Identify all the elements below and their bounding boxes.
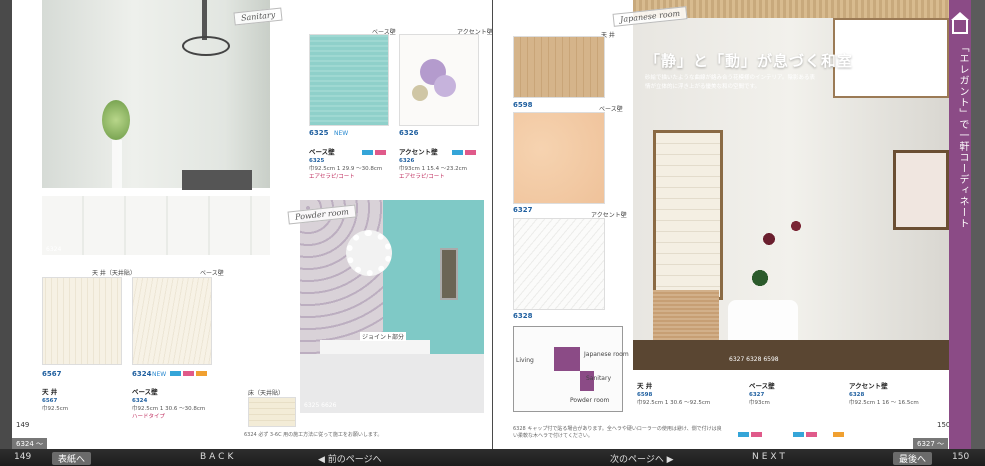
- right-page: 6327 6328 6598 Japanese room 「静」と「動」が息づく…: [493, 0, 949, 449]
- right-footnote: 6328 キャップ付で貼る場合があります。全ヘラや硬いローラーの使用は避け、側で…: [513, 426, 722, 439]
- bar-page-left: 149: [14, 452, 32, 462]
- code-6324: 6324: [132, 370, 152, 378]
- subhead: 砂絵で描いたような曲線が絡み合う花模様のインテリア。陰影ある表情が立体的に浮き上…: [645, 75, 815, 90]
- bar-page-right: 150: [952, 452, 970, 462]
- next-page-button[interactable]: 次のページへ ▶: [610, 452, 674, 465]
- sanitary-photo-code: 6324: [46, 246, 62, 253]
- sanitary-photo: 6324: [42, 0, 270, 255]
- left-page-number: 149: [16, 421, 30, 429]
- home-icon[interactable]: [951, 12, 969, 34]
- spec-6567: 天 井 6567 巾92.5cm: [42, 388, 69, 412]
- plan-label-japanese: Japanese room: [584, 351, 629, 358]
- badge-new-6324: NEW: [152, 371, 167, 378]
- swatch-6326: [399, 34, 479, 126]
- swatch-floor: [248, 397, 296, 427]
- prev-page-button[interactable]: ◀ 前のページへ: [318, 452, 382, 465]
- powder-photo-code: 6325 6626: [304, 402, 337, 409]
- code-6325: 6325: [309, 129, 329, 137]
- back-button[interactable]: BACK: [200, 452, 236, 462]
- section-side-tab[interactable]: 「エレガント」で一軒コーディネート: [949, 0, 971, 449]
- left-footnote: 6324 必ず 3-6C 用の施工方法に従って施工をお願いします。: [244, 432, 383, 438]
- jp-spec-6327: ベース壁 6327 巾93cm: [749, 382, 775, 406]
- badge-new-6325: NEW: [334, 130, 349, 137]
- swatch-6328: [513, 218, 605, 310]
- plan-label-living: Living: [516, 357, 534, 364]
- code-6567: 6567: [42, 370, 62, 378]
- left-page: 6324 Sanitary ベース壁 アクセント壁 6325 NEW 6326 …: [12, 0, 492, 449]
- code-6327: 6327: [513, 206, 533, 214]
- right-page-number: 150: [937, 421, 949, 429]
- side-tab-text: 「エレガント」で一軒コーディネート: [957, 42, 968, 229]
- last-button[interactable]: 最後へ: [893, 452, 933, 465]
- cover-button[interactable]: 表紙へ: [52, 452, 92, 465]
- code-6328: 6328: [513, 312, 533, 320]
- swatch-6598: [513, 36, 605, 98]
- base-label: ベース壁: [200, 270, 224, 277]
- swatch-6325: [309, 34, 389, 126]
- flipbook-viewer: 6324 Sanitary ベース壁 アクセント壁 6325 NEW 6326 …: [0, 0, 985, 466]
- ceiling-label: 天 井（天井貼）: [92, 270, 136, 277]
- powder-room-photo: ジョイント部分 6325 6626: [300, 200, 484, 413]
- headline: 「静」と「動」が息づく和室: [645, 52, 854, 70]
- floor-plan: Living Japanese room Sanitary Powder roo…: [513, 326, 629, 412]
- spec-6324: ベース壁 6324 巾92.5cm 1 30.6 ～30.8cm ハードタイプ: [132, 388, 206, 420]
- jp-photo-codes: 6327 6328 6598: [729, 356, 779, 363]
- plan-label-sanitary: Sanitary: [586, 375, 612, 382]
- jp-spec-6598: 天 井 6598 巾92.5cm 1 30.6 ～92.5cm: [637, 382, 711, 406]
- floor-label: 床（天井貼）: [248, 390, 285, 397]
- plan-label-powder: Powder room: [570, 397, 610, 404]
- swatch-6327: [513, 112, 605, 204]
- jp-spec-6328: アクセント壁 6328 巾92.5cm 1 16 ～ 16.5cm: [849, 382, 919, 406]
- code-6326: 6326: [399, 129, 419, 137]
- code-6598: 6598: [513, 101, 533, 109]
- bottom-nav-bar: 149 表紙へ BACK ◀ 前のページへ 次のページへ ▶ NEXT 最後へ …: [0, 449, 985, 466]
- right-footer-label: 6327 ～: [913, 438, 949, 449]
- left-footer-label: 6324 ～: [12, 438, 48, 449]
- next-button[interactable]: NEXT: [752, 452, 788, 462]
- right-gutter: [971, 0, 985, 449]
- powder-joint-caption: ジョイント部分: [360, 332, 407, 341]
- swatch-6567: [42, 277, 122, 365]
- swatch-6324: [132, 277, 212, 365]
